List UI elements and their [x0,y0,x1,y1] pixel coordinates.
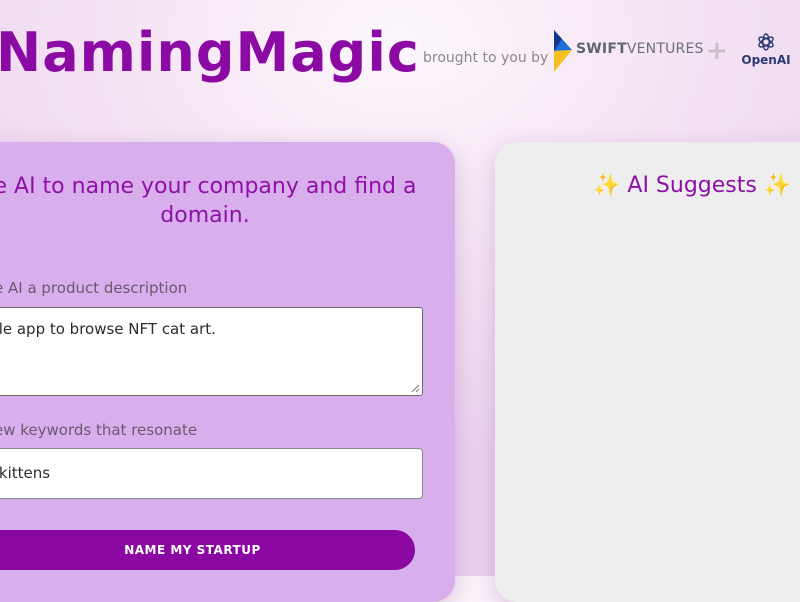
plus-separator: + [706,36,728,66]
openai-label: OpenAI [741,53,791,67]
swift-ventures-logo[interactable]: SWIFTVENTURES [552,30,704,74]
ai-suggests-label: AI Suggests [620,173,764,198]
ai-suggests-title: ✨ AI Suggests ✨ [593,173,791,198]
description-value: bile app to browse NFT cat art. [0,320,216,338]
naming-form-card: e AI to name your company and find a dom… [0,142,455,602]
swift-ventures-logo-icon [554,30,572,72]
form-heading-line-2: domain. [160,203,250,228]
ai-suggestions-card: ✨ AI Suggests ✨ [495,142,800,602]
form-heading-line-1: e AI to name your company and find a [0,174,417,199]
keywords-value: T kittens [0,464,51,482]
openai-logo-icon [758,33,774,51]
description-label: e AI a product description [0,279,188,297]
openai-logo[interactable]: OpenAI [738,32,794,72]
sponsor-1-bold: SWIFT [576,41,627,57]
form-heading: e AI to name your company and find a dom… [0,172,450,230]
keywords-input[interactable]: T kittens [0,448,423,499]
app-logo-title: NamingMagic [0,21,420,84]
resize-grip-icon[interactable] [411,384,420,393]
description-textarea[interactable]: bile app to browse NFT cat art. [0,307,423,396]
sponsor-1-rest: VENTURES [626,41,704,57]
sparkle-left-icon: ✨ [593,173,621,198]
keywords-label: ew keywords that resonate [0,421,198,439]
name-my-startup-button[interactable]: NAME MY STARTUP [0,530,415,570]
sparkle-right-icon: ✨ [763,173,792,198]
brought-by-text: brought to you by [423,50,549,66]
